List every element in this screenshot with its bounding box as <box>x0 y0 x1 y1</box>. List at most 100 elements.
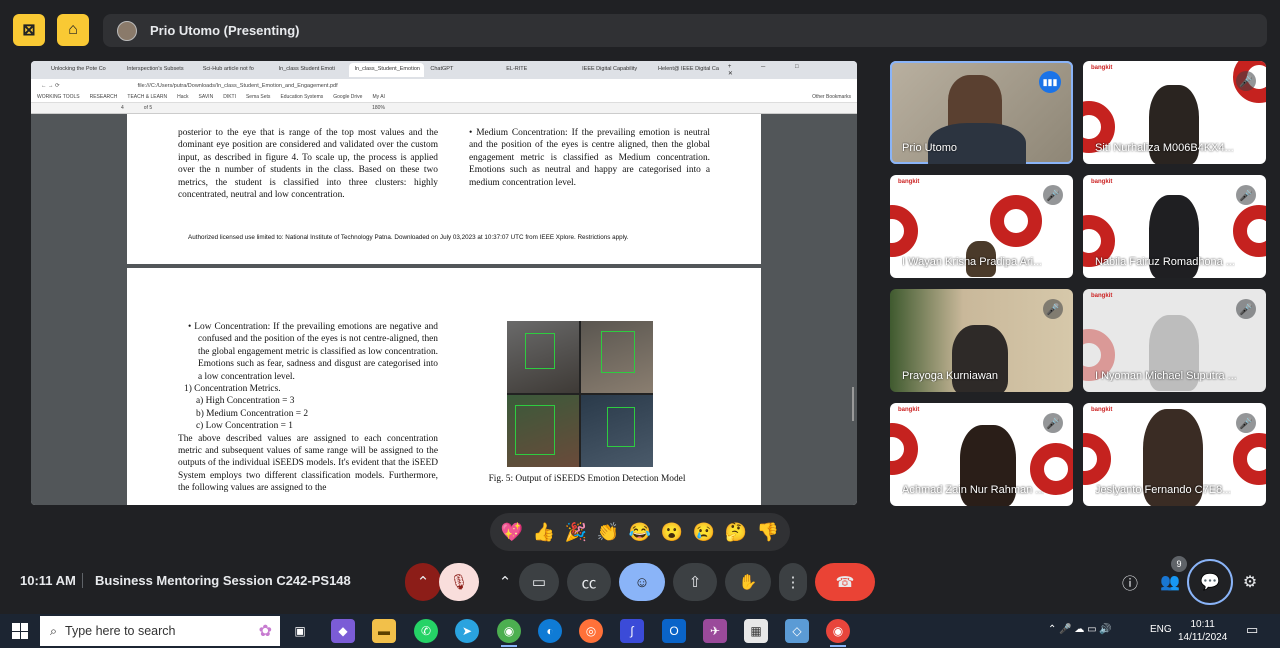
app-icon[interactable]: ∫ <box>620 619 644 643</box>
bangkit-logo: bangkit <box>1091 65 1113 71</box>
browser-tab[interactable]: Unlocking the Pote Co <box>45 63 121 77</box>
reaction-thinking[interactable]: 🤔 <box>725 522 747 543</box>
bookmark-item[interactable]: My AI <box>372 94 385 100</box>
participant-tile[interactable]: ▮▮▮ Prio Utomo <box>890 61 1073 164</box>
meeting-info-icon[interactable]: ⓘ <box>1114 566 1146 598</box>
participant-tile[interactable]: bangkit 🎤 Siti Nurhaliza M006B4KX4... <box>1083 61 1266 164</box>
camera-button[interactable]: ▭ <box>519 563 559 601</box>
pdf-paragraph: The above described values are assigned … <box>178 433 438 494</box>
participant-name: Prio Utomo <box>902 142 958 154</box>
reaction-surprised[interactable]: 😮 <box>661 522 683 543</box>
raise-hand-button[interactable]: ✋ <box>725 563 771 601</box>
bookmark-item[interactable]: DIKTI <box>223 94 236 100</box>
figure-face <box>581 321 653 393</box>
bookmark-item[interactable]: SAVIN <box>199 94 214 100</box>
chrome-icon[interactable]: ◉ <box>497 619 521 647</box>
whatsapp-icon[interactable]: ✆ <box>414 619 438 643</box>
reaction-laugh[interactable]: 😂 <box>629 522 651 543</box>
chrome-profile-icon[interactable]: ◉ <box>826 619 850 647</box>
store-icon[interactable]: ▦ <box>744 619 768 643</box>
audio-options-button[interactable]: ⌃ <box>405 563 441 601</box>
bookmark-item[interactable]: Sema Sets <box>246 94 270 100</box>
bookmark-item[interactable]: Google Drive <box>333 94 362 100</box>
url-field[interactable]: file:///C:/Users/putra/Downloads/In_clas… <box>138 83 338 89</box>
detection-box <box>601 331 635 373</box>
back-icon[interactable]: ← → ⟳ <box>41 83 60 89</box>
reaction-heart[interactable]: 💖 <box>501 522 523 543</box>
participant-tile[interactable]: bangkit 🎤 Jeslyanto Fernando C7E8... <box>1083 403 1266 506</box>
bookmark-item[interactable]: Hack <box>177 94 188 100</box>
pdf-page: • Low Concentration: If the prevailing e… <box>127 268 761 505</box>
pdf-scrollbar[interactable] <box>852 167 855 505</box>
file-explorer-icon[interactable]: ▬ <box>372 619 396 643</box>
notification-icon[interactable]: ▭ <box>1246 622 1258 638</box>
app-icon[interactable]: ◇ <box>785 619 809 643</box>
bookmark-item[interactable]: TEACH & LEARN <box>127 94 167 100</box>
address-bar[interactable]: ← → ⟳ file:///C:/Users/putra/Downloads/I… <box>31 79 857 92</box>
other-bookmarks[interactable]: Other Bookmarks <box>812 94 851 100</box>
reaction-sad[interactable]: 😢 <box>693 522 715 543</box>
more-options-button[interactable]: ⋮ <box>779 563 807 601</box>
windows-start-icon[interactable] <box>12 623 28 639</box>
firefox-icon[interactable]: ◎ <box>579 619 603 643</box>
stop-presenting-icon[interactable]: ⊠ <box>13 14 45 46</box>
top-bar: ⊠ ⌂ Prio Utomo (Presenting) <box>0 0 1280 60</box>
video-options-button[interactable]: ⌃ <box>490 563 520 601</box>
language-indicator[interactable]: ENG <box>1150 624 1172 635</box>
bookmark-item[interactable]: WORKING TOOLS <box>37 94 80 100</box>
page-total: of 5 <box>143 105 153 111</box>
reaction-clap[interactable]: 👏 <box>597 522 619 543</box>
participant-tile[interactable]: bangkit 🎤 I Nyoman Michael Suputra ... <box>1083 289 1266 392</box>
host-controls-icon[interactable]: ⌂ <box>57 14 89 46</box>
outlook-icon[interactable]: O <box>662 619 686 643</box>
pdf-list-item: c) Low Concentration = 1 <box>196 421 293 432</box>
leave-call-button[interactable]: ☎ <box>815 563 875 601</box>
browser-tab[interactable]: EL-RITE <box>500 63 576 77</box>
participant-tile[interactable]: bangkit 🎤 Achmad Zain Nur Rahman ... <box>890 403 1073 506</box>
browser-tab[interactable]: IEEE Digital Capability <box>576 63 652 77</box>
participant-tile[interactable]: bangkit 🎤 Nabila Fairuz Romadhona ... <box>1083 175 1266 278</box>
system-clock[interactable]: 10:11 14/11/2024 <box>1178 618 1227 644</box>
copilot-icon[interactable]: ◆ <box>331 619 355 643</box>
edge-icon[interactable]: ◐ <box>538 619 562 643</box>
tray-icons[interactable]: ⌃ 🎤 ☁ ▭ 🔊 <box>1048 624 1112 635</box>
browser-tab[interactable]: Helent@ IEEE Digital Ca <box>652 63 728 77</box>
reaction-thumbs-up[interactable]: 👍 <box>533 522 555 543</box>
taskbar-search[interactable]: ⌕ Type here to search ✿ <box>40 616 280 646</box>
windows-taskbar: ⌕ Type here to search ✿ ▣ ◆ ▬ ✆ ➤ ◉ ◐ ◎ … <box>0 614 1280 648</box>
emotion-figure-image <box>507 321 653 467</box>
browser-tab[interactable]: ChatGPT <box>424 63 500 77</box>
participant-name: Nabila Fairuz Romadhona ... <box>1095 256 1236 268</box>
mic-off-icon: 🎤 <box>1236 185 1256 205</box>
telegram-icon[interactable]: ➤ <box>455 619 479 643</box>
activities-icon[interactable]: ⚙ <box>1234 566 1266 598</box>
bookmark-item[interactable]: RESEARCH <box>90 94 118 100</box>
browser-tab[interactable]: In_class Student Emoti <box>273 63 349 77</box>
shared-screen[interactable]: Unlocking the Pote Co Interspection's Su… <box>31 61 857 505</box>
participant-tile[interactable]: bangkit 🎤 I Wayan Krisna Pradipa Ari... <box>890 175 1073 278</box>
participant-tile[interactable]: 🎤 Prayoga Kurniawan <box>890 289 1073 392</box>
captions-button[interactable]: ㏄ <box>567 563 611 601</box>
browser-tab-active[interactable]: In_class_Student_Emotion <box>348 63 425 77</box>
reaction-party[interactable]: 🎉 <box>565 522 587 543</box>
chat-icon[interactable]: 💬 <box>1187 559 1233 605</box>
presenter-banner[interactable]: Prio Utomo (Presenting) <box>103 14 1267 47</box>
task-view-icon[interactable]: ▣ <box>288 619 312 643</box>
window-controls[interactable]: + ─ □ ✕ <box>728 64 857 77</box>
figure-face <box>581 395 653 467</box>
reaction-thumbs-down[interactable]: 👎 <box>757 522 779 543</box>
system-date: 14/11/2024 <box>1178 632 1228 643</box>
mic-off-button[interactable]: 🎙 <box>439 563 479 601</box>
app-icon[interactable]: ✈ <box>703 619 727 643</box>
pdf-viewer[interactable]: posterior to the eye that is range of th… <box>31 114 857 505</box>
browser-tab[interactable]: Interspection's Subsets <box>121 63 197 77</box>
bookmark-item[interactable]: Education Systems <box>280 94 323 100</box>
emoji-button[interactable]: ☺ <box>619 563 665 601</box>
pdf-list-item: a) High Concentration = 3 <box>196 396 295 407</box>
present-button[interactable]: ⇧ <box>673 563 717 601</box>
participant-name: I Wayan Krisna Pradipa Ari... <box>902 256 1043 268</box>
zoom-field[interactable]: 180% <box>372 105 385 111</box>
page-number-field[interactable]: 4 <box>121 105 124 111</box>
mic-off-icon: 🎤 <box>1043 299 1063 319</box>
browser-tab[interactable]: Sci-Hub article not fo <box>197 63 273 77</box>
